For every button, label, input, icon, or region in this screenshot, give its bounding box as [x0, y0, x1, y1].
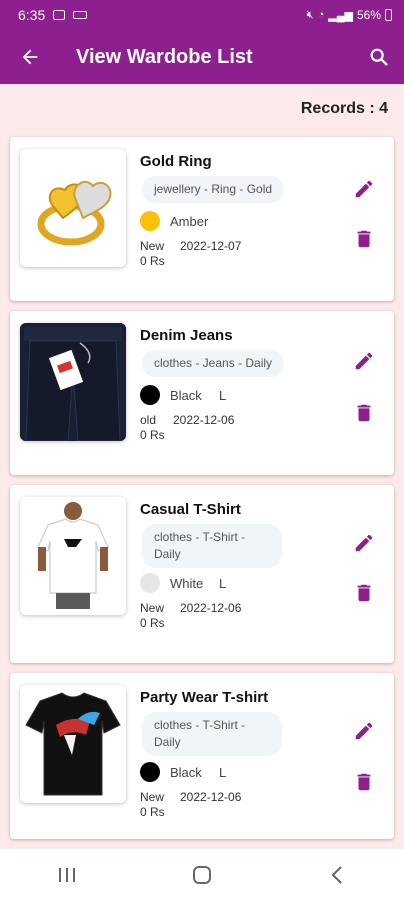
item-name: Gold Ring [140, 153, 212, 170]
delete-button[interactable] [350, 225, 378, 253]
item-price: 0 Rs [140, 805, 165, 819]
item-date: 2022-12-06 [180, 790, 242, 804]
mute-icon: 🔇︎ [306, 8, 314, 21]
gold-ring-image [20, 149, 126, 267]
color-swatch [140, 573, 160, 593]
wardrobe-item-card[interactable]: Casual T-Shirt clothes - T-Shirt - Daily… [10, 485, 394, 663]
wardrobe-item-card[interactable]: Gold Ring jewellery - Ring - Gold Amber … [10, 137, 394, 301]
search-icon [370, 48, 388, 66]
item-price: 0 Rs [140, 428, 165, 442]
status-bar: 6:35 🔇︎ ◔ ▂▄▆ 56% [0, 0, 404, 30]
item-tags-chip: clothes - T-Shirt - Daily [142, 712, 282, 756]
item-tags-chip: clothes - T-Shirt - Daily [142, 524, 282, 568]
item-condition: New [140, 601, 165, 615]
item-date: 2022-12-06 [173, 413, 235, 427]
item-size: L [219, 765, 227, 780]
edit-icon [355, 722, 373, 740]
item-color-name: Black [170, 765, 202, 780]
delete-button[interactable] [350, 579, 378, 607]
item-size: L [219, 388, 227, 403]
search-button[interactable] [354, 30, 404, 84]
wardrobe-item-card[interactable]: Party Wear T-shirt clothes - T-Shirt - D… [10, 673, 394, 839]
color-swatch [140, 211, 160, 231]
item-date: 2022-12-07 [180, 239, 242, 253]
item-color-name: Amber [170, 214, 209, 229]
item-color-name: Black [170, 388, 202, 403]
edit-icon [355, 180, 373, 198]
notification-icon [73, 11, 88, 19]
white-tshirt-image [20, 497, 126, 615]
item-tags-chip: clothes - Jeans - Daily [142, 350, 285, 377]
home-icon [192, 865, 211, 884]
delete-button[interactable] [350, 768, 378, 796]
edit-icon [355, 352, 373, 370]
item-condition: New [140, 790, 165, 804]
item-color-name: White [170, 576, 204, 591]
item-condition: New [140, 239, 165, 253]
delete-icon [357, 230, 371, 248]
records-count: Records : 4 [300, 100, 388, 117]
signal-icon: ▂▄▆ [328, 9, 353, 22]
item-price: 0 Rs [140, 616, 165, 630]
black-tshirt-image [20, 685, 126, 803]
color-swatch [140, 762, 160, 782]
recent-apps-button[interactable] [37, 855, 97, 895]
color-swatch [140, 385, 160, 405]
page-title: View Wardobe List [76, 45, 253, 68]
delete-button[interactable] [350, 399, 378, 427]
item-size: L [219, 576, 227, 591]
app-bar: View Wardobe List [0, 30, 404, 84]
wardrobe-item-card[interactable]: Denim Jeans clothes - Jeans - Daily Blac… [10, 311, 394, 475]
system-nav-bar [0, 848, 404, 900]
item-name: Denim Jeans [140, 327, 233, 344]
arrow-back-icon [22, 49, 38, 65]
gallery-notification-icon [53, 10, 66, 20]
back-button[interactable] [0, 30, 60, 84]
edit-button[interactable] [350, 717, 378, 745]
status-time: 6:35 [18, 7, 46, 23]
home-button[interactable] [172, 855, 232, 895]
edit-button[interactable] [350, 529, 378, 557]
denim-jeans-image [20, 323, 126, 441]
item-name: Party Wear T-shirt [140, 689, 269, 706]
recent-apps-icon [59, 867, 76, 882]
edit-icon [355, 534, 373, 552]
delete-icon [357, 773, 371, 791]
item-price: 0 Rs [140, 254, 165, 268]
item-tags-chip: jewellery - Ring - Gold [142, 176, 285, 203]
back-nav-button[interactable] [307, 855, 367, 895]
item-condition: old [140, 413, 157, 427]
delete-icon [357, 404, 371, 422]
item-date: 2022-12-06 [180, 601, 242, 615]
edit-button[interactable] [350, 175, 378, 203]
chevron-left-icon [331, 865, 342, 884]
edit-button[interactable] [350, 347, 378, 375]
item-name: Casual T-Shirt [140, 501, 241, 518]
delete-icon [357, 584, 371, 602]
battery-percent: 56% [356, 8, 381, 22]
wifi-icon: ◔ [317, 9, 325, 21]
battery-icon [385, 9, 392, 21]
